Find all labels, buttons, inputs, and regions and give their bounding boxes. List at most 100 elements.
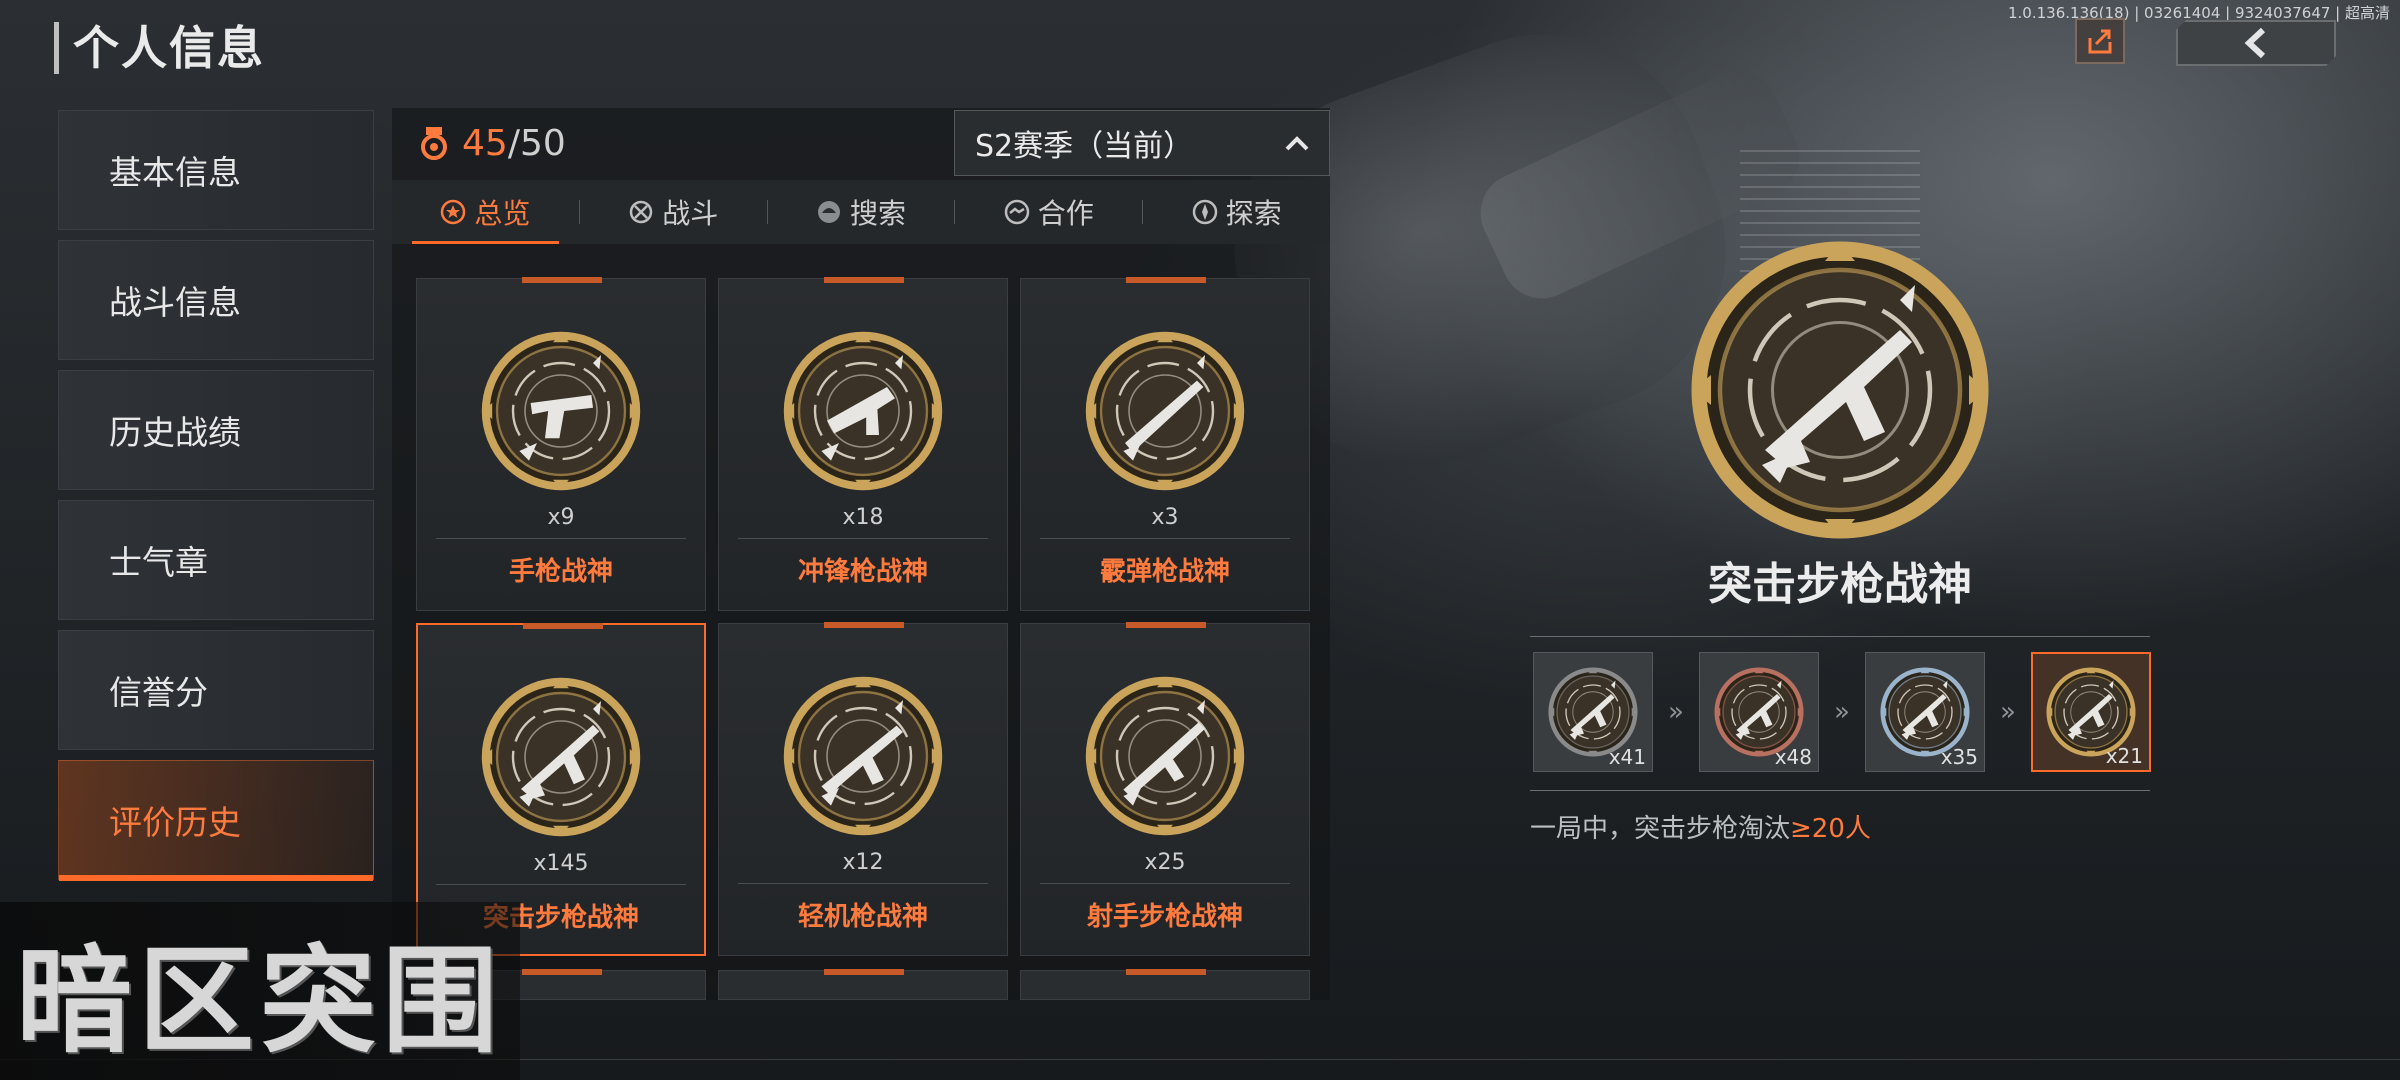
tier-progression: x41 » x48 » x35 » x21 — [1533, 652, 2151, 772]
compass-icon — [1192, 199, 1217, 225]
card-accent — [1126, 969, 1206, 975]
card-divider — [1040, 538, 1290, 539]
shotgun-medal-icon — [1085, 331, 1245, 495]
category-tabs: 总览 战斗 搜索 合作 探索 — [392, 180, 1330, 244]
achievement-name: 冲锋枪战神 — [797, 557, 928, 587]
tab-label: 合作 — [1037, 197, 1094, 230]
rifle-medal-icon — [1691, 241, 1989, 539]
card-divider — [738, 883, 988, 884]
sidebar-item-basic-info[interactable]: 基本信息 — [58, 110, 374, 230]
progress-total: /50 — [507, 122, 566, 164]
rifle-medal-icon — [1880, 667, 1970, 757]
card-accent — [824, 277, 904, 283]
tab-label: 战斗 — [662, 197, 719, 230]
tier-medal[interactable]: x41 — [1533, 652, 1653, 772]
tab-label: 总览 — [474, 197, 531, 230]
card-accent — [1126, 277, 1206, 283]
sidebar-item-battle-info[interactable]: 战斗信息 — [58, 240, 374, 360]
detail-medal — [1690, 240, 1990, 544]
achievement-card[interactable]: x18 冲锋枪战神 — [718, 277, 1008, 611]
sidebar-item-label: 历史战绩 — [109, 413, 241, 452]
sidebar: 基本信息 战斗信息 历史战绩 士气章 信誉分 评价历史 — [58, 110, 374, 890]
chevron-left-icon — [2239, 26, 2273, 60]
detail-title: 突击步枪战神 — [1708, 559, 1972, 610]
share-icon — [2088, 29, 2112, 54]
tab-label: 搜索 — [849, 197, 906, 230]
card-divider — [1040, 883, 1290, 884]
achievement-name: 轻机枪战神 — [797, 902, 928, 932]
medal-icon — [421, 127, 447, 160]
achievement-name: 射手步枪战神 — [1086, 902, 1243, 932]
sidebar-item-history[interactable]: 历史战绩 — [58, 370, 374, 490]
chevron-up-icon — [1285, 136, 1309, 151]
card-accent — [523, 623, 603, 629]
sidebar-item-rating-history[interactable]: 评价历史 — [58, 760, 374, 881]
pistol-medal-icon — [481, 331, 641, 495]
achievement-count: x18 — [842, 505, 884, 530]
divider — [1530, 636, 2150, 637]
lmg-medal-icon — [783, 676, 943, 840]
smg-medal-icon — [783, 331, 943, 495]
tier-count: x35 — [1940, 745, 1978, 769]
sidebar-item-label: 战斗信息 — [109, 283, 241, 322]
achievement-card[interactable]: x25 射手步枪战神 — [1020, 622, 1310, 956]
card-divider — [436, 884, 686, 885]
card-accent — [824, 969, 904, 975]
card-accent — [824, 622, 904, 628]
card-accent — [522, 969, 602, 975]
achievement-count: x12 — [842, 850, 884, 875]
achievement-card-partial[interactable] — [1020, 969, 1310, 1000]
tier-medal[interactable]: x48 — [1699, 652, 1819, 772]
sidebar-item-label: 士气章 — [109, 543, 208, 582]
achievement-grid-next-row — [416, 969, 1320, 1000]
card-accent — [1126, 622, 1206, 628]
rifle-medal-icon — [481, 677, 641, 841]
chevron-right-icon: » — [1668, 697, 1684, 727]
tab-search[interactable]: 搜索 — [768, 180, 955, 244]
logo-text: 暗区突围 — [16, 934, 504, 1069]
season-dropdown[interactable]: S2赛季（当前） — [954, 110, 1330, 176]
achievement-count: x25 — [1144, 850, 1186, 875]
condition-text: 一局中，突击步枪淘汰 — [1530, 814, 1791, 844]
tier-count: x41 — [1608, 745, 1646, 769]
sidebar-item-label: 基本信息 — [109, 153, 241, 192]
tab-overview[interactable]: 总览 — [392, 180, 579, 244]
panel-topbar: 45/50 S2赛季（当前） — [392, 108, 1330, 178]
tier-medal[interactable]: x21 — [2031, 652, 2151, 772]
achievement-panel: 45/50 S2赛季（当前） 总览 战斗 搜索 合作 探索 x9 手枪战神 x1… — [392, 108, 1330, 1000]
tier-medal[interactable]: x35 — [1865, 652, 1985, 772]
helmet-icon — [817, 201, 840, 223]
dmr-medal-icon — [1085, 676, 1245, 840]
tab-explore[interactable]: 探索 — [1143, 180, 1330, 244]
tier-count: x21 — [2105, 744, 2143, 768]
build-info: 1.0.136.136(18) | 03261404 | 9324037647 … — [2008, 4, 2390, 22]
back-button[interactable] — [2176, 20, 2336, 66]
achievement-count: x9 — [547, 505, 575, 530]
chevron-right-icon: » — [1834, 697, 1850, 727]
achievement-card[interactable]: x12 轻机枪战神 — [718, 622, 1008, 956]
card-accent — [522, 277, 602, 283]
achievement-card-partial[interactable] — [718, 969, 1008, 1000]
season-label: S2赛季（当前） — [975, 129, 1194, 164]
handshake-icon — [1004, 199, 1030, 225]
tab-battle[interactable]: 战斗 — [580, 180, 767, 244]
tab-label: 探索 — [1225, 197, 1282, 230]
achievement-progress: 45/50 — [416, 123, 566, 164]
achievement-card[interactable]: x3 霰弹枪战神 — [1020, 277, 1310, 611]
page-title: 个人信息 — [54, 22, 265, 74]
condition-value: ≥20人 — [1790, 814, 1871, 844]
achievement-name: 手枪战神 — [508, 557, 613, 587]
divider — [1530, 790, 2150, 791]
share-button[interactable] — [2075, 18, 2125, 64]
tab-cooperation[interactable]: 合作 — [955, 180, 1142, 244]
rifle-medal-icon — [1548, 667, 1638, 757]
unlock-condition: 一局中，突击步枪淘汰≥20人 — [1530, 808, 1871, 845]
achievement-card[interactable]: x9 手枪战神 — [416, 277, 706, 611]
achievement-count: x145 — [533, 851, 589, 876]
sidebar-item-credit-score[interactable]: 信誉分 — [58, 630, 374, 750]
tier-count: x48 — [1774, 745, 1812, 769]
sidebar-item-morale-badge[interactable]: 士气章 — [58, 500, 374, 620]
star-icon — [441, 199, 466, 225]
rifle-medal-icon — [1714, 667, 1804, 757]
crosshair-icon — [629, 200, 653, 224]
